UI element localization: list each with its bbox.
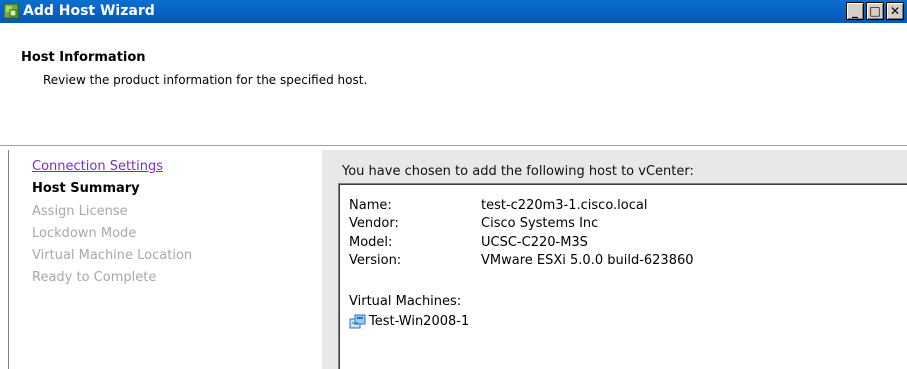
window-title: Add Host Wizard xyxy=(23,3,155,19)
wizard-header: Host Information Review the product info… xyxy=(0,23,907,146)
name-key: Name: xyxy=(349,198,392,213)
summary-panel: You have chosen to add the following hos… xyxy=(322,150,907,369)
vendor-value: Cisco Systems Inc xyxy=(481,216,599,231)
maximize-button[interactable]: □ xyxy=(866,2,884,20)
vm-name: Test-Win2008-1 xyxy=(369,314,470,329)
version-value: VMware ESXi 5.0.0 build-623860 xyxy=(481,253,694,268)
page-title: Host Information xyxy=(21,50,146,65)
add-host-wizard-window: Add Host Wizard _ □ ✕ Host Information R… xyxy=(0,0,907,369)
vendor-key: Vendor: xyxy=(349,216,399,231)
step-virtual-machine-location: Virtual Machine Location xyxy=(32,248,193,263)
host-info-box[interactable]: Name: test-c220m3-1.cisco.local Vendor: … xyxy=(338,183,907,369)
virtual-machines-label: Virtual Machines: xyxy=(349,294,462,309)
step-assign-license: Assign License xyxy=(32,204,128,219)
wizard-app-icon xyxy=(3,3,19,19)
name-value: test-c220m3-1.cisco.local xyxy=(481,198,648,213)
step-connection-settings[interactable]: Connection Settings xyxy=(32,159,163,175)
model-key: Model: xyxy=(349,235,393,250)
summary-intro: You have chosen to add the following hos… xyxy=(342,164,694,179)
version-key: Version: xyxy=(349,253,402,268)
step-ready-to-complete: Ready to Complete xyxy=(32,270,157,285)
title-bar[interactable]: Add Host Wizard _ □ ✕ xyxy=(0,0,907,23)
page-subtitle: Review the product information for the s… xyxy=(43,73,368,87)
step-navigation: Connection Settings Host Summary Assign … xyxy=(8,150,323,369)
step-host-summary: Host Summary xyxy=(32,181,140,196)
wizard-body: Connection Settings Host Summary Assign … xyxy=(0,146,907,369)
virtual-machine-icon xyxy=(349,314,366,329)
step-lockdown-mode: Lockdown Mode xyxy=(32,226,137,241)
close-button[interactable]: ✕ xyxy=(886,2,904,20)
minimize-button[interactable]: _ xyxy=(846,2,864,20)
model-value: UCSC-C220-M3S xyxy=(481,235,588,250)
